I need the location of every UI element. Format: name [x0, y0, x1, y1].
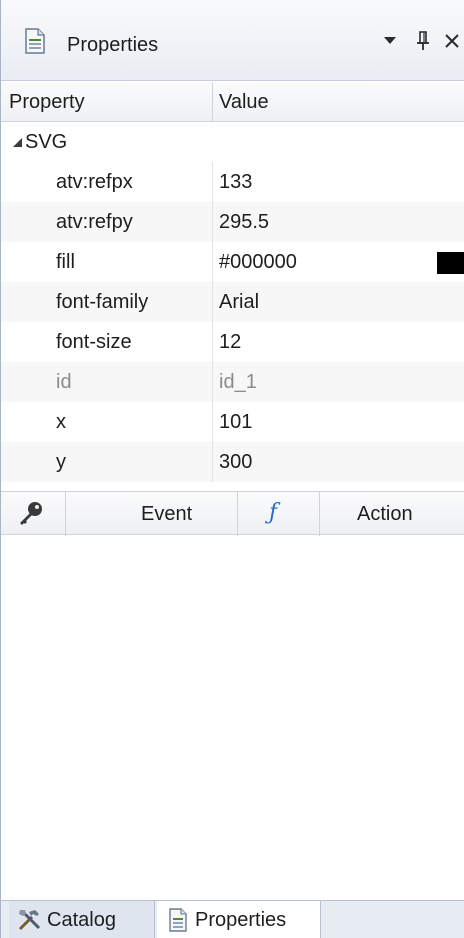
panel-title-bar: Properties: [1, 0, 464, 81]
column-splitter[interactable]: [212, 82, 213, 122]
property-row-id[interactable]: id id_1: [1, 362, 464, 402]
property-value[interactable]: 101: [219, 411, 252, 434]
row-separator: [212, 322, 213, 362]
tab-catalog[interactable]: Catalog: [9, 901, 155, 938]
property-row-atv-refpx[interactable]: atv:refpx 133: [1, 162, 464, 202]
dropdown-arrow-icon[interactable]: [379, 30, 401, 52]
panel-title: Properties: [67, 34, 159, 56]
row-separator: [212, 242, 213, 282]
property-row-y[interactable]: y 300: [1, 442, 464, 482]
event-column-header[interactable]: Event: [141, 503, 192, 526]
property-name: y: [56, 451, 66, 473]
property-row-atv-refpy[interactable]: atv:refpy 295.5: [1, 202, 464, 242]
column-splitter[interactable]: [65, 492, 66, 536]
property-name: atv:refpx: [56, 171, 133, 193]
row-separator: [212, 162, 213, 202]
property-name: font-size: [56, 331, 132, 353]
category-label: SVG: [25, 131, 68, 153]
property-name: x: [56, 411, 66, 433]
tab-properties[interactable]: Properties: [157, 901, 321, 938]
property-row-x[interactable]: x 101: [1, 402, 464, 442]
property-value[interactable]: 295.5: [219, 211, 269, 234]
key-icon: [20, 502, 42, 525]
property-row-font-size[interactable]: font-size 12: [1, 322, 464, 362]
row-separator: [212, 202, 213, 242]
row-separator: [212, 402, 213, 442]
property-name: id: [56, 371, 72, 393]
tab-label: Catalog: [47, 908, 116, 931]
pin-icon[interactable]: [413, 30, 435, 52]
property-value[interactable]: #000000: [219, 251, 297, 274]
event-list-area[interactable]: [1, 536, 464, 900]
property-value[interactable]: Arial: [219, 291, 259, 314]
property-value[interactable]: 12: [219, 331, 241, 354]
fill-color-swatch[interactable]: [437, 252, 464, 274]
close-icon[interactable]: [441, 30, 463, 52]
properties-panel: Properties Property Value SVG atv:refpx …: [0, 0, 464, 938]
property-row-fill[interactable]: fill #000000: [1, 242, 464, 282]
row-separator: [212, 282, 213, 322]
property-name: fill: [56, 251, 75, 273]
property-row-font-family[interactable]: font-family Arial: [1, 282, 464, 322]
properties-page-icon: [169, 908, 187, 932]
tab-label: Properties: [195, 908, 287, 931]
row-separator: [212, 362, 213, 402]
column-splitter[interactable]: [319, 492, 320, 536]
bottom-tab-bar: Catalog Properties: [1, 900, 464, 938]
property-rows: atv:refpx 133 atv:refpy 295.5 fill #0000…: [1, 162, 464, 482]
event-grid-header: Event ƒ Action: [1, 491, 464, 536]
property-name: atv:refpy: [56, 211, 133, 233]
property-name: font-family: [56, 291, 149, 313]
properties-page-icon: [25, 28, 45, 54]
property-column-header[interactable]: Property: [9, 91, 85, 114]
row-separator: [212, 442, 213, 482]
collapse-triangle-icon[interactable]: [11, 136, 23, 148]
property-value: id_1: [219, 371, 257, 393]
property-grid-header: Property Value: [1, 82, 464, 122]
property-value[interactable]: 300: [219, 451, 252, 474]
column-splitter[interactable]: [237, 492, 238, 536]
property-value[interactable]: 133: [219, 171, 252, 194]
category-svg[interactable]: SVG: [1, 122, 464, 162]
tools-icon: [18, 910, 41, 931]
action-column-header[interactable]: Action: [357, 503, 413, 526]
function-icon: ƒ: [269, 500, 278, 525]
value-column-header[interactable]: Value: [219, 91, 269, 114]
